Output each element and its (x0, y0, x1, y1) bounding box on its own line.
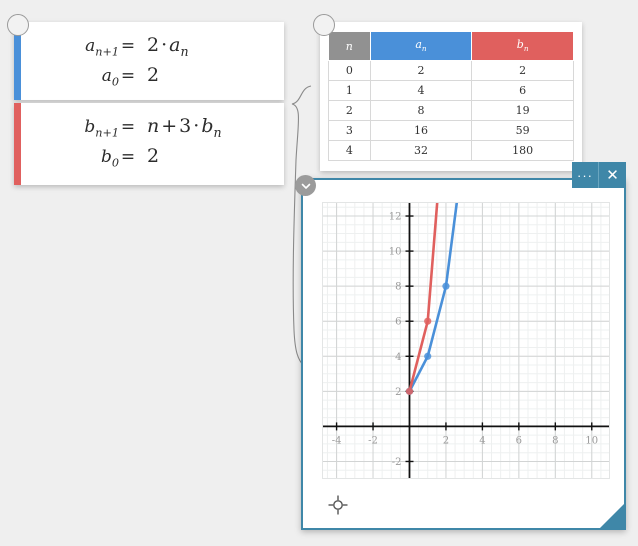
graph-window-titlebar: ··· ✕ (278, 162, 626, 188)
formula-body-a: an+1 = 2·an a0 = 2 a_{n+1} = 2 · a_n ; a… (21, 22, 284, 100)
graph-close-button[interactable]: ✕ (599, 162, 626, 188)
svg-text:-4: -4 (332, 435, 342, 446)
table-panel-handle[interactable] (313, 14, 335, 36)
svg-text:2: 2 (443, 435, 449, 446)
graph-collapse-chevron[interactable] (295, 175, 316, 196)
svg-text:-2: -2 (368, 435, 378, 446)
svg-text:10: 10 (585, 435, 598, 446)
equation-row-initial-a: a0 = 2 (33, 62, 272, 92)
cell-bn[interactable]: 2 (471, 60, 574, 81)
equals-sign: = (120, 147, 136, 168)
formula-card-b[interactable]: bn+1 = n+3·bn b0 = 2 b_{n+1} = n + 3 · b… (14, 103, 284, 185)
formula-card-stack: an+1 = 2·an a0 = 2 a_{n+1} = 2 · a_n ; a… (14, 22, 284, 185)
table-header-an[interactable]: an (369, 31, 473, 61)
cell-an[interactable]: 32 (369, 140, 473, 161)
equals-sign: = (120, 117, 136, 137)
titlebar-buttons: ··· ✕ (572, 162, 626, 188)
chevron-down-icon (301, 183, 310, 189)
cell-bn[interactable]: 6 (471, 80, 574, 101)
formula-stack-handle[interactable] (7, 14, 29, 36)
equation-rhs-b-initial: 2 (147, 145, 160, 168)
cell-bn[interactable]: 180 (471, 140, 574, 161)
equation-rhs-b-recurrence: n +3 · bn (147, 115, 222, 140)
equation-row-recurrence-b: bn+1 = n +3 · bn (33, 113, 272, 143)
svg-text:10: 10 (389, 247, 402, 258)
table-row[interactable]: 1 4 6 (328, 80, 574, 101)
equation-rhs-a-recurrence: 2 · an (147, 34, 189, 59)
table-row[interactable]: 3 16 59 (328, 120, 574, 141)
svg-text:4: 4 (479, 435, 485, 446)
svg-text:6: 6 (516, 435, 522, 446)
equals-sign: = (120, 66, 136, 87)
svg-text:4: 4 (395, 352, 401, 363)
cell-an[interactable]: 4 (369, 80, 473, 101)
table-row[interactable]: 0 2 2 (328, 60, 574, 81)
cell-bn[interactable]: 19 (471, 100, 574, 121)
graph-window: -4 -2 2 4 6 8 10 -2 2 4 6 8 10 12 (301, 178, 626, 530)
accent-bar-red (14, 103, 21, 185)
crosshair-target-icon[interactable] (327, 494, 349, 516)
equation-row-recurrence-a: an+1 = 2 · an (33, 32, 272, 62)
svg-text:6: 6 (395, 317, 401, 328)
svg-text:2: 2 (395, 387, 401, 398)
equation-lhs-b-initial: b0 (100, 147, 119, 170)
cell-n[interactable]: 4 (328, 140, 371, 161)
formula-body-b: bn+1 = n+3·bn b0 = 2 b_{n+1} = n + 3 · b… (21, 103, 284, 185)
svg-text:12: 12 (389, 212, 402, 223)
equation-lhs-b-recurrence: bn+1 (84, 117, 119, 140)
table-header-n[interactable]: n (328, 31, 371, 61)
table-row[interactable]: 4 32 180 (328, 140, 574, 161)
cell-n[interactable]: 1 (328, 80, 371, 101)
equation-rhs-a-initial: 2 (147, 64, 160, 87)
equation-lhs-a-initial: a0 (101, 66, 119, 89)
equation-row-initial-b: b0 = 2 (33, 143, 272, 173)
cell-bn[interactable]: 59 (471, 120, 574, 141)
cell-n[interactable]: 3 (328, 120, 371, 141)
cell-an[interactable]: 2 (369, 60, 473, 81)
sequence-table: n an bn 0 2 2 1 4 6 2 8 19 3 16 59 4 32 … (328, 31, 574, 161)
table-header-bn[interactable]: bn (471, 31, 574, 61)
cell-an[interactable]: 8 (369, 100, 473, 121)
cell-n[interactable]: 0 (328, 60, 371, 81)
equation-lhs-a-recurrence: an+1 (85, 36, 119, 59)
cell-an[interactable]: 16 (369, 120, 473, 141)
table-row[interactable]: 2 8 19 (328, 100, 574, 121)
svg-text:8: 8 (395, 282, 401, 293)
equals-sign: = (120, 36, 136, 56)
table-header-row: n an bn (328, 31, 574, 61)
resize-grip-icon[interactable] (600, 504, 624, 528)
svg-text:8: 8 (552, 435, 558, 446)
svg-text:-2: -2 (392, 457, 402, 468)
graph-menu-button[interactable]: ··· (572, 162, 599, 188)
table-panel: n an bn 0 2 2 1 4 6 2 8 19 3 16 59 4 32 … (320, 22, 582, 171)
formula-card-a[interactable]: an+1 = 2·an a0 = 2 a_{n+1} = 2 · a_n ; a… (14, 22, 284, 100)
graph-plot-area[interactable]: -4 -2 2 4 6 8 10 -2 2 4 6 8 10 12 (322, 202, 610, 479)
cell-n[interactable]: 2 (328, 100, 371, 121)
